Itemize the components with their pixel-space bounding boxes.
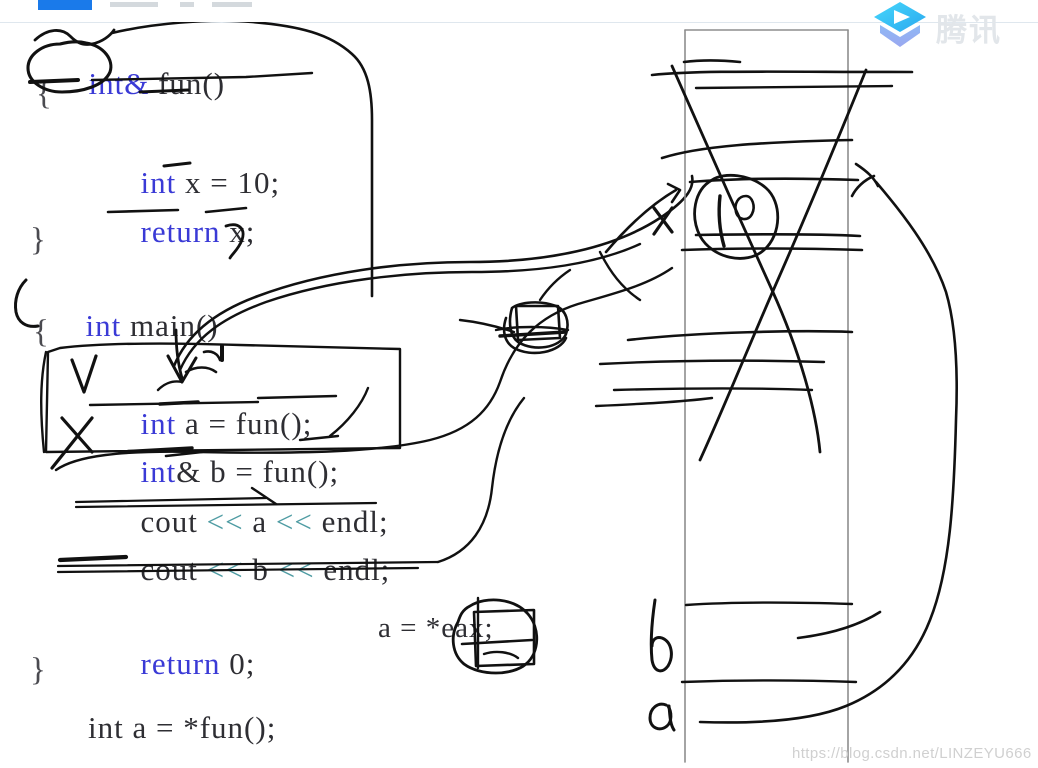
progress-played[interactable] — [38, 0, 92, 10]
code-line-main-signature: int main() — [33, 272, 219, 380]
progress-ghost-chunk-1 — [110, 2, 158, 7]
token-return-0-rest: 0; — [220, 646, 256, 681]
code-listing: int& fun() { int x = 10; return x; } int… — [0, 0, 1038, 768]
csdn-url-watermark: https://blog.csdn.net/LINZEYU666 — [792, 745, 1032, 762]
tencent-brand-text: 腾讯 — [936, 13, 1002, 48]
code-line-decl-a-deref: int a = *fun(); — [88, 710, 277, 745]
token-cout-b-op1: << — [206, 552, 244, 587]
code-line-return-x: return x; — [88, 178, 255, 286]
token-main-name: main() — [121, 308, 219, 343]
progress-ghost-chunk-2 — [180, 2, 194, 7]
code-line-main-open-brace: { — [33, 314, 50, 350]
progress-ghost-chunk-3 — [212, 2, 252, 7]
code-line-fn-open-brace: { — [36, 76, 53, 112]
code-line-return-0: return 0; — [88, 610, 255, 718]
token-keyword-return-x: return — [140, 214, 221, 249]
code-line-cout-b: cout << b << endl; — [88, 516, 390, 624]
token-cout-b-endl: endl; — [314, 552, 391, 587]
tencent-video-logo-icon — [874, 2, 926, 47]
token-fn-name: fun() — [149, 66, 226, 101]
token-cout-b-op2: << — [277, 552, 315, 587]
code-line-fn-signature: int& fun() — [36, 30, 225, 138]
code-line-fn-close-brace: } — [30, 222, 47, 258]
token-cout-b-var: b — [243, 552, 278, 587]
token-return-x-rest: x; — [220, 214, 256, 249]
code-side-note-eax: a = *eax; — [378, 612, 494, 644]
token-cout-b-0: cout — [140, 552, 207, 587]
token-keyword-return-0: return — [140, 646, 221, 681]
token-keyword-int-ref: int& — [88, 66, 150, 101]
token-keyword-int-main: int — [85, 308, 122, 343]
tencent-video-watermark: 腾讯 — [870, 0, 1038, 54]
code-line-main-close-brace: } — [30, 652, 47, 688]
video-frame: 腾讯 int& fun() { int x = 10; return x; } … — [0, 0, 1038, 768]
